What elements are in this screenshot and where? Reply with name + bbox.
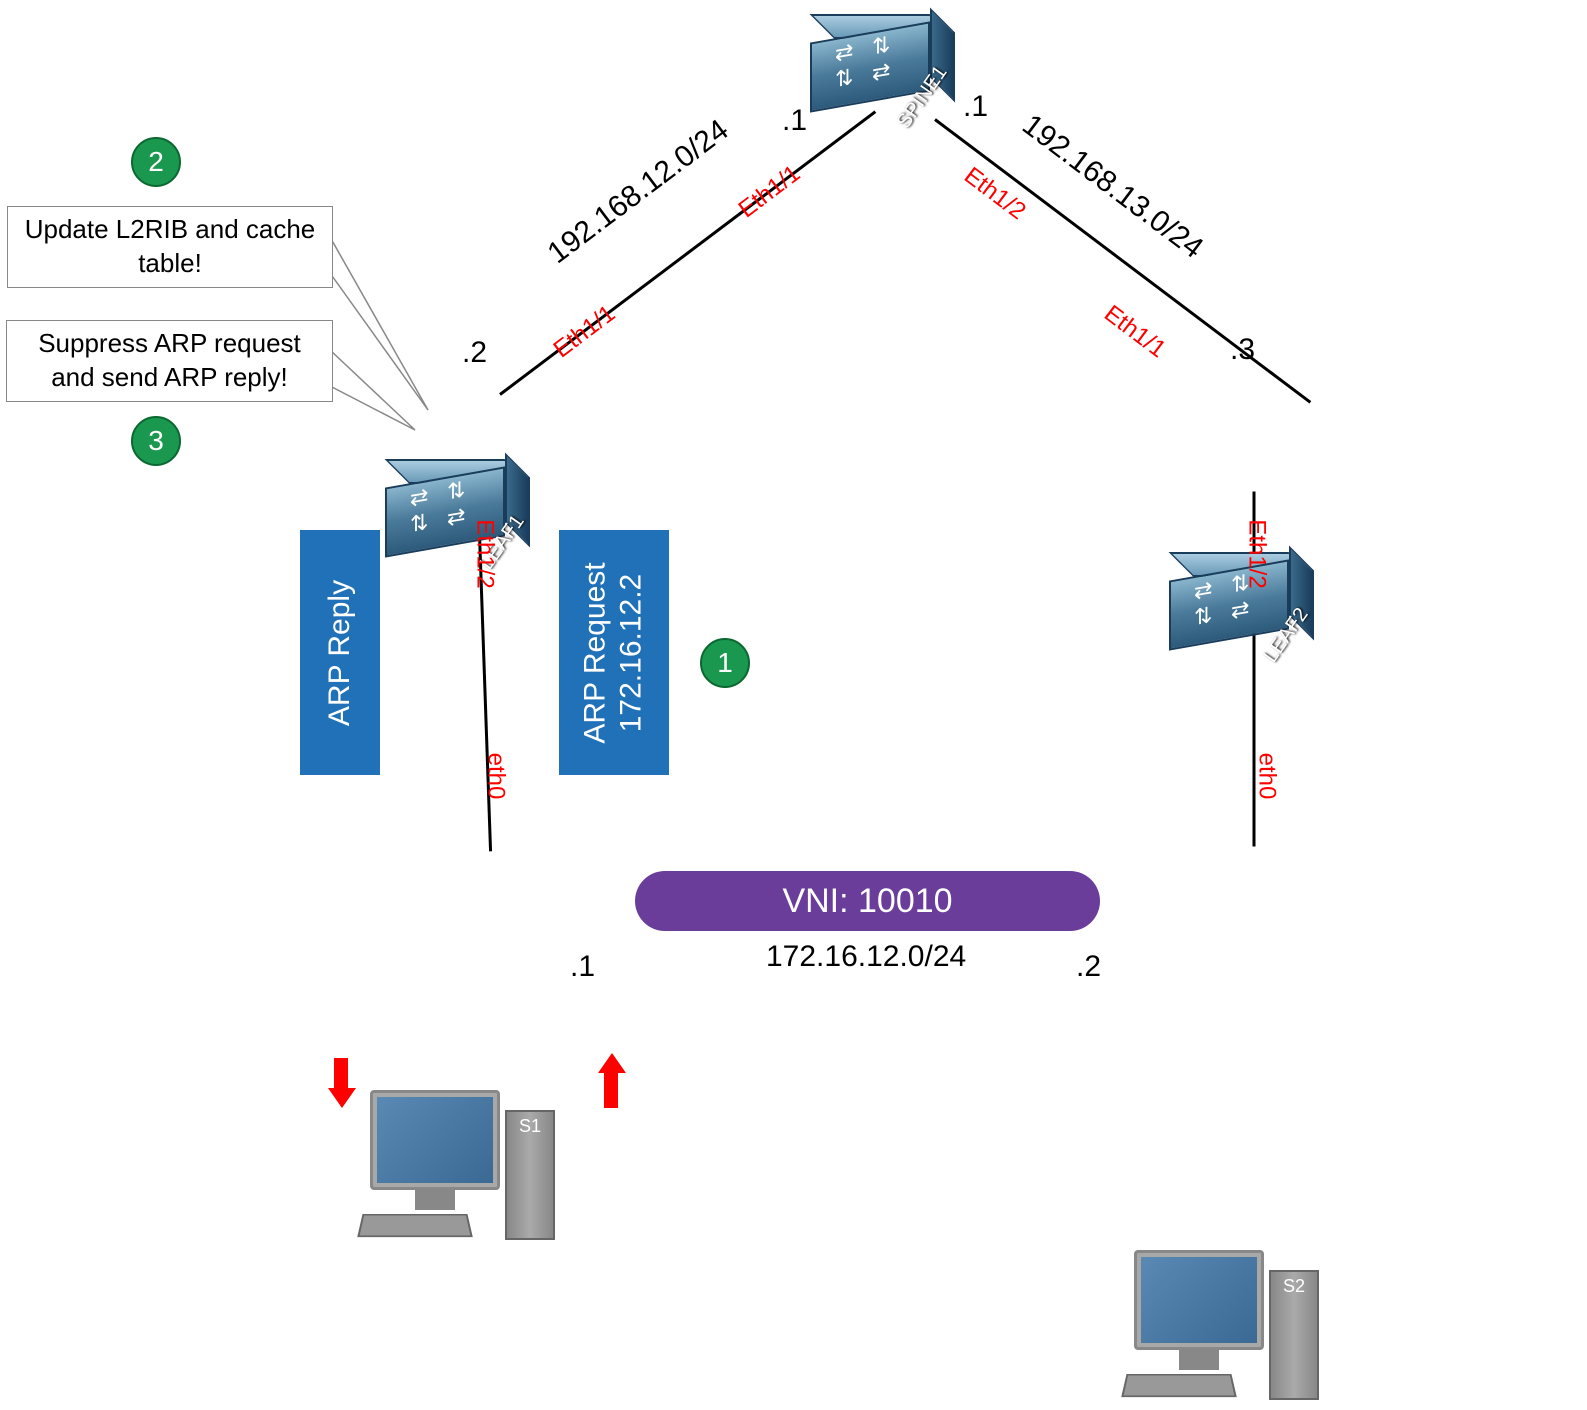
callout-step3: Suppress ARP request and send ARP reply!: [6, 320, 333, 402]
arp-request-target: 172.16.12.2: [615, 573, 648, 731]
arp-request-box: ARP Request 172.16.12.2: [559, 530, 669, 775]
switch-leaf2: ⇄⇅⇅⇄ LEAF2: [1169, 555, 1309, 645]
arp-reply-label: ARP Reply: [323, 579, 357, 725]
iface-s1: eth0: [481, 753, 509, 800]
subnet-spine-leaf2: 192.168.13.0/24: [1016, 108, 1210, 266]
arp-reply-box: ARP Reply: [300, 530, 380, 775]
vni-label: VNI: 10010: [782, 882, 952, 921]
label-s1: S1: [519, 1116, 541, 1137]
iface-leaf2-up: Eth1/1: [1099, 300, 1171, 364]
switch-leaf1: ⇄⇅⇅⇄ LEAF1: [385, 462, 525, 552]
step-3: 3: [131, 416, 181, 466]
arp-request-title: ARP Request: [579, 562, 612, 743]
ip-spine-right: .1: [963, 90, 988, 124]
ip-spine-left: .1: [782, 104, 807, 138]
ip-leaf2: .3: [1230, 333, 1255, 367]
iface-leaf2-down: Eth1/2: [1243, 519, 1271, 588]
switch-spine1: ⇄⇅⇅⇄ SPINE1: [810, 17, 950, 107]
step-1: 1: [700, 638, 750, 688]
host-s1: S1: [360, 1090, 560, 1250]
iface-leaf1-down: Eth1/2: [471, 519, 499, 588]
ip-s1: .1: [570, 950, 595, 984]
iface-spine-left: Eth1/1: [734, 160, 806, 224]
vni-tunnel: VNI: 10010: [635, 871, 1100, 931]
overlay-subnet: 172.16.12.0/24: [766, 940, 966, 974]
subnet-spine-leaf1: 192.168.12.0/24: [542, 113, 736, 271]
ip-s2: .2: [1076, 950, 1101, 984]
host-s2: S2: [1124, 1250, 1324, 1410]
iface-leaf1-up: Eth1/1: [549, 300, 621, 364]
label-s2: S2: [1283, 1276, 1305, 1297]
ip-leaf1: .2: [462, 336, 487, 370]
callout-step2: Update L2RIB and cache table!: [7, 206, 333, 288]
iface-spine-right: Eth1/2: [959, 162, 1031, 226]
step-2: 2: [131, 137, 181, 187]
iface-s2: eth0: [1252, 753, 1280, 800]
